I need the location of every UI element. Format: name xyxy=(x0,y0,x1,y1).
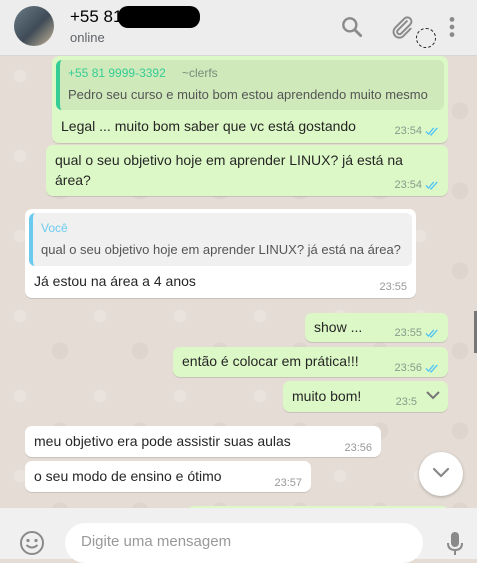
quoted-message[interactable]: +55 81 9999-3392 ~clerfs Pedro seu curso… xyxy=(56,60,444,110)
attach-icon[interactable] xyxy=(389,14,415,40)
read-receipt-icon xyxy=(425,328,439,338)
message-text: muito bom! xyxy=(292,388,362,404)
message-text: qual o seu objetivo hoje em aprender LIN… xyxy=(55,150,403,190)
message-text: show ... xyxy=(314,319,363,335)
message-text: então é colocar em prática!!! xyxy=(182,353,359,369)
message-time: 23:55 xyxy=(379,281,407,293)
quote-text: Pedro seu curso e muito bom estou aprend… xyxy=(68,87,428,102)
message-bubble[interactable]: então é colocar em prática!!! 23:56 xyxy=(173,347,448,377)
quote-text: qual o seu objetivo hoje em aprender LIN… xyxy=(41,242,401,257)
message-time: 23:56 xyxy=(344,442,372,454)
chevron-down-icon xyxy=(432,467,450,478)
message-bubble[interactable]: o seu modo de ensino e ótimo 23:57 xyxy=(25,461,311,492)
message-text-line: qual o seu objetivo hoje em aprender LIN… xyxy=(55,152,403,168)
message-bubble[interactable]: show ... 23:55 xyxy=(305,313,448,342)
message-text: Legal ... muito bom saber que vc está go… xyxy=(61,118,356,134)
read-receipt-icon xyxy=(425,126,439,136)
message-text-line: área? xyxy=(55,172,91,188)
contact-name[interactable]: +55 81 xyxy=(70,7,122,27)
emoji-icon[interactable] xyxy=(19,530,45,556)
search-icon[interactable] xyxy=(339,14,365,40)
quote-author-note: ~clerfs xyxy=(182,66,218,80)
message-bubble[interactable]: qual o seu objetivo hoje em aprender LIN… xyxy=(46,145,448,196)
quoted-message[interactable]: Você qual o seu objetivo hoje em aprende… xyxy=(29,213,412,266)
composer-bar xyxy=(0,508,477,563)
message-meta: 23:54 xyxy=(394,125,439,137)
read-receipt-icon xyxy=(425,180,439,190)
message-bubble[interactable]: muito bom! 23:5 xyxy=(283,381,448,412)
contact-avatar[interactable] xyxy=(14,6,54,46)
message-meta: 23:56 xyxy=(394,362,439,374)
read-receipt-icon xyxy=(425,363,439,373)
message-menu-chevron-icon[interactable] xyxy=(426,390,440,400)
message-meta: 23:54 xyxy=(394,179,439,191)
chat-area[interactable]: +55 81 9999-3392 ~clerfs Pedro seu curso… xyxy=(0,56,477,508)
message-bubble[interactable]: +55 81 9999-3392 ~clerfs Pedro seu curso… xyxy=(52,56,448,143)
message-composer[interactable] xyxy=(65,523,423,563)
message-time: 23:54 xyxy=(394,125,422,137)
message-meta: 23:55 xyxy=(379,281,407,293)
message-time: 23:5 xyxy=(395,396,417,408)
message-time: 23:57 xyxy=(274,477,302,489)
message-input[interactable] xyxy=(79,532,403,551)
message-time: 23:55 xyxy=(394,327,422,339)
message-text: meu objetivo era pode assistir suas aula… xyxy=(34,433,291,449)
message-text: Já estou na área a 4 anos xyxy=(34,273,196,289)
message-meta: 23:55 xyxy=(394,327,439,339)
menu-icon[interactable] xyxy=(439,14,465,40)
microphone-icon[interactable] xyxy=(445,530,465,558)
message-meta: 23:56 xyxy=(344,442,372,454)
loading-spinner-icon xyxy=(416,28,436,48)
message-time: 23:56 xyxy=(394,362,422,374)
redacted-phone-mask xyxy=(118,6,200,28)
scroll-to-bottom-button[interactable] xyxy=(419,452,463,496)
message-text: o seu modo de ensino e ótimo xyxy=(34,468,222,484)
chat-header: +55 81 online xyxy=(0,0,477,56)
quote-author: Você xyxy=(41,221,68,235)
message-bubble[interactable]: meu objetivo era pode assistir suas aula… xyxy=(25,426,381,457)
message-bubble[interactable]: Você qual o seu objetivo hoje em aprende… xyxy=(25,209,416,298)
quote-author: +55 81 9999-3392 xyxy=(68,66,166,80)
message-time: 23:54 xyxy=(394,179,422,191)
message-meta: 23:57 xyxy=(274,477,302,489)
message-meta: 23:5 xyxy=(396,396,417,408)
contact-status: online xyxy=(70,30,105,45)
